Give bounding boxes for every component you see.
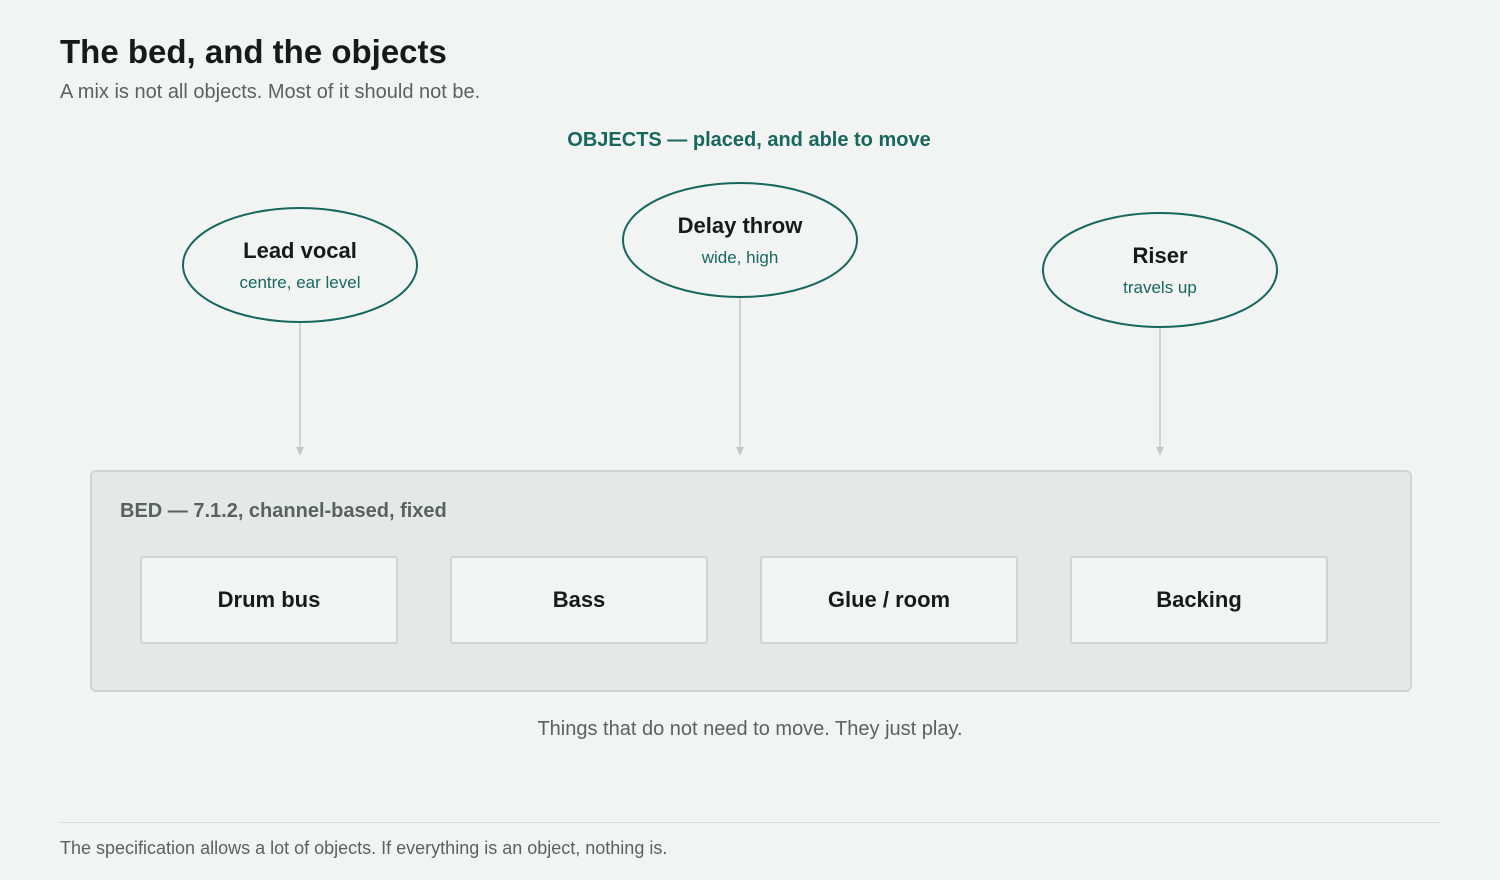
bed-label: BED — 7.1.2, channel-based, fixed: [120, 500, 447, 522]
arrowhead-icon: [296, 447, 304, 456]
bed-item-bass: Bass: [450, 556, 708, 644]
object-detail: wide, high: [701, 248, 779, 267]
objects-heading: OBJECTS — placed, and able to move: [567, 129, 930, 151]
object-name: Lead vocal: [243, 238, 357, 263]
bed-item-drum-bus: Drum bus: [140, 556, 398, 644]
bed-caption: Things that do not need to move. They ju…: [537, 718, 963, 740]
object-riser: Riser travels up: [1042, 212, 1278, 456]
arrowhead-icon: [1156, 447, 1164, 456]
object-ellipse: [1042, 212, 1278, 328]
object-ellipse: [622, 182, 858, 298]
objects-diagram: OBJECTS — placed, and able to move Lead …: [182, 129, 1278, 456]
footer-note: The specification allows a lot of object…: [60, 838, 668, 858]
object-detail: travels up: [1123, 278, 1197, 297]
object-ellipse: [182, 207, 418, 323]
object-delay-throw: Delay throw wide, high: [622, 182, 858, 456]
object-lead-vocal: Lead vocal centre, ear level: [182, 207, 418, 456]
object-name: Delay throw: [678, 213, 804, 238]
bed-item-glue-room: Glue / room: [760, 556, 1018, 644]
object-detail: centre, ear level: [240, 273, 361, 292]
object-name: Riser: [1132, 243, 1187, 268]
bed-panel: BED — 7.1.2, channel-based, fixed Drum b…: [90, 470, 1412, 692]
bed-item-backing: Backing: [1070, 556, 1328, 644]
arrowhead-icon: [736, 447, 744, 456]
footer-divider: [60, 822, 1440, 823]
